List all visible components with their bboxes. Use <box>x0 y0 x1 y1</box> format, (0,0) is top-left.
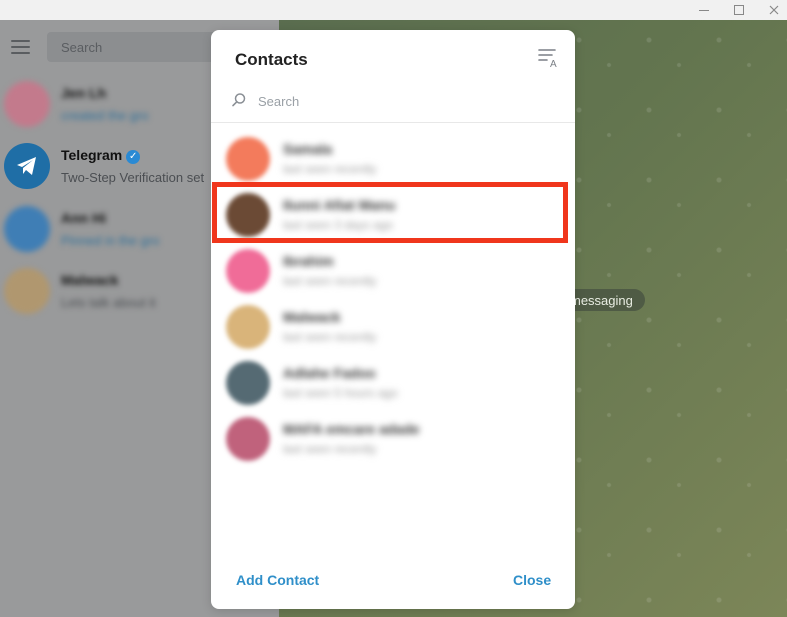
contacts-dialog: Contacts A Samala last seen recently Ilu… <box>211 30 575 609</box>
contact-item[interactable]: MAFA emcare adade last seen recently <box>211 411 575 467</box>
avatar <box>4 268 50 314</box>
chat-name: Jen Lh <box>61 85 107 101</box>
minimize-button[interactable] <box>688 0 720 20</box>
contact-name: Samala <box>283 141 333 157</box>
close-icon <box>769 5 779 15</box>
verified-badge-icon: ✓ <box>126 150 141 164</box>
contact-name: Ibrahim <box>283 253 334 269</box>
contact-name: Adlahe Fadoo <box>283 365 376 381</box>
contacts-search-input[interactable] <box>258 91 548 111</box>
contact-status: last seen 5 hours ago <box>283 386 398 400</box>
maximize-button[interactable] <box>723 0 755 20</box>
chat-name: Telegram ✓ <box>61 147 141 164</box>
chat-name: Malwack <box>61 272 119 288</box>
telegram-plane-icon <box>17 157 36 175</box>
chat-last-message: Lets talk about it <box>61 295 156 310</box>
close-window-button[interactable] <box>758 0 787 20</box>
search-icon <box>232 93 246 107</box>
sidebar-search-placeholder: Search <box>61 40 103 55</box>
add-contact-button[interactable]: Add Contact <box>236 572 319 588</box>
close-button[interactable]: Close <box>513 572 551 588</box>
contact-status: last seen recently <box>283 274 377 288</box>
contact-status: last seen recently <box>283 330 377 344</box>
divider <box>211 122 575 123</box>
contact-status: last seen recently <box>283 442 377 456</box>
contact-item[interactable]: Malwack last seen recently <box>211 299 575 355</box>
contact-item[interactable]: Samala last seen recently <box>211 131 575 187</box>
chat-name: Ann Hi <box>61 210 107 226</box>
telegram-avatar <box>4 143 50 189</box>
avatar <box>4 206 50 252</box>
contact-status: last seen recently <box>283 162 377 176</box>
svg-text:A: A <box>550 59 557 68</box>
contact-name: Malwack <box>283 309 341 325</box>
chat-last-message: Pinned in the gro <box>61 233 160 248</box>
avatar <box>226 417 270 461</box>
avatar <box>4 81 50 127</box>
dialog-title: Contacts <box>235 50 308 69</box>
chat-last-message: Two-Step Verification set <box>61 170 205 185</box>
contact-name: Ilunni Afiat Manu <box>283 197 396 213</box>
avatar <box>226 305 270 349</box>
hamburger-menu-icon[interactable] <box>11 40 30 54</box>
avatar <box>226 361 270 405</box>
sort-alphabetical-icon[interactable]: A <box>537 46 561 70</box>
minimize-icon <box>699 9 709 11</box>
chat-last-message: created the gro <box>61 108 149 123</box>
contact-item[interactable]: Ilunni Afiat Manu last seen 3 days ago <box>211 187 575 243</box>
avatar <box>226 137 270 181</box>
contact-item[interactable]: Adlahe Fadoo last seen 5 hours ago <box>211 355 575 411</box>
maximize-icon <box>734 5 744 15</box>
contact-item[interactable]: Ibrahim last seen recently <box>211 243 575 299</box>
contact-status: last seen 3 days ago <box>283 218 394 232</box>
window-titlebar <box>0 0 787 20</box>
contact-name: MAFA emcare adade <box>283 421 420 437</box>
avatar <box>226 193 270 237</box>
avatar <box>226 249 270 293</box>
